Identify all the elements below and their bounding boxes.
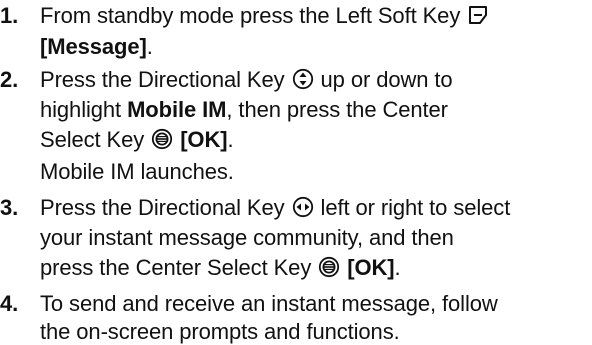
- step-text: highlight: [40, 97, 122, 122]
- step-2-line-1: 2. Press the Directional Key up or down t…: [0, 66, 453, 93]
- instruction-list: 1. From standby mode press the Left Soft …: [0, 0, 592, 344]
- step-text: .: [146, 34, 153, 59]
- step-note: Mobile IM launches.: [40, 159, 234, 184]
- step-3-line-3: press the Center Select Key [OK].: [0, 254, 401, 281]
- softkey-label: [Message]: [40, 34, 147, 59]
- directional-key-up-down-icon: [292, 68, 314, 90]
- left-soft-key-icon: [467, 4, 489, 26]
- softkey-label: [OK]: [180, 127, 228, 152]
- step-1-line-1: 1. From standby mode press the Left Soft …: [0, 2, 490, 29]
- center-select-key-icon: [151, 128, 173, 150]
- step-text: .: [394, 255, 401, 280]
- step-4-line-2: the on-screen prompts and functions.: [0, 318, 400, 345]
- center-select-key-icon: [318, 256, 340, 278]
- step-text: Select Key: [40, 127, 145, 152]
- menu-item-label: Mobile IM: [127, 97, 227, 122]
- step-text: up or down to: [320, 67, 453, 92]
- directional-key-left-right-icon: [292, 196, 314, 218]
- step-text: Press the Directional Key: [40, 195, 285, 220]
- step-4-line-1: 4. To send and receive an instant message…: [0, 290, 498, 317]
- step-1-line-2: [Message].: [0, 33, 153, 60]
- step-text: From standby mode press the Left Soft Ke…: [40, 3, 461, 28]
- step-2-line-3: Select Key [OK].: [0, 126, 234, 153]
- step-text: Press the Directional Key: [40, 67, 285, 92]
- softkey-label: [OK]: [347, 255, 395, 280]
- step-3-line-1: 3. Press the Directional Key left or righ…: [0, 194, 510, 221]
- step-3-line-2: your instant message community, and then: [0, 224, 454, 251]
- step-text: , then press the Center: [226, 97, 448, 122]
- step-text: To send and receive an instant message, …: [40, 291, 498, 316]
- step-number: 3.: [0, 195, 19, 220]
- step-2-note: Mobile IM launches.: [0, 158, 234, 185]
- step-number: 2.: [0, 67, 19, 92]
- step-text: the on-screen prompts and functions.: [40, 319, 400, 344]
- step-number: 1.: [0, 3, 19, 28]
- step-text: press the Center Select Key: [40, 255, 312, 280]
- step-text: .: [227, 127, 234, 152]
- step-text: your instant message community, and then: [40, 225, 454, 250]
- step-text: left or right to select: [320, 195, 511, 220]
- step-number: 4.: [0, 291, 19, 316]
- step-2-line-2: highlight Mobile IM, then press the Cent…: [0, 96, 448, 123]
